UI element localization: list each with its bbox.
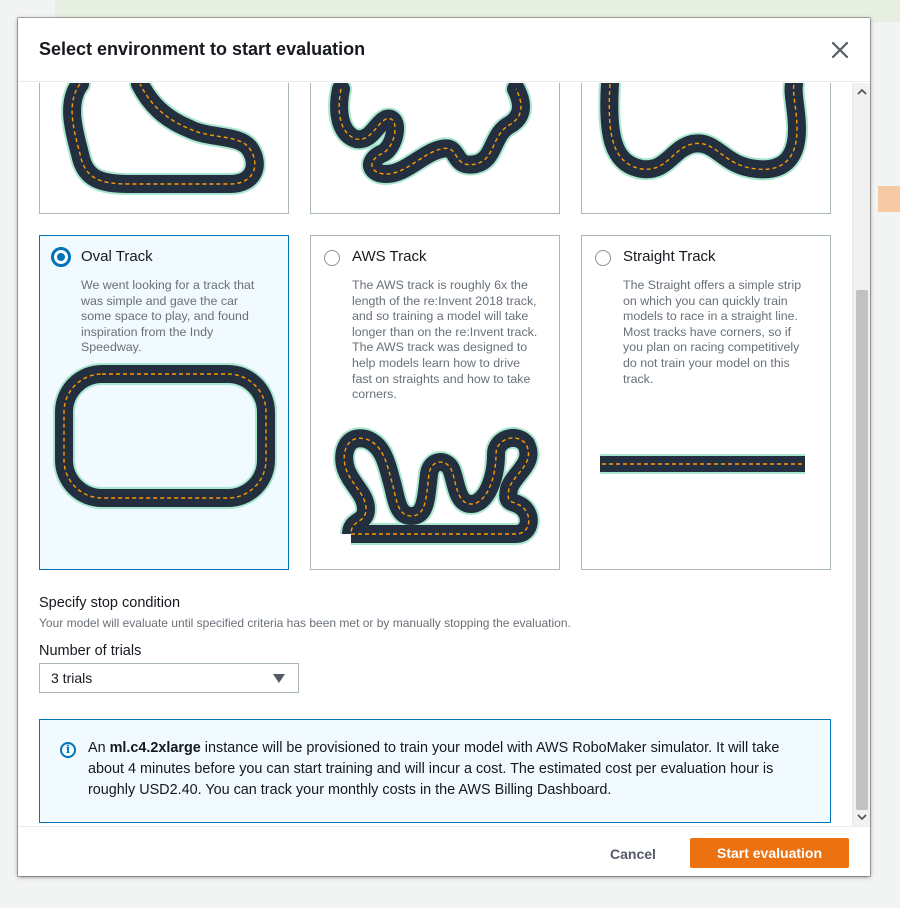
oval-track-card[interactable]: Oval Track We went looking for a track t… bbox=[39, 235, 289, 570]
straight-track-radio[interactable] bbox=[595, 250, 611, 266]
aws-track-card[interactable]: AWS Track The AWS track is roughly 6x th… bbox=[310, 235, 560, 570]
cost-info-alert: An ml.c4.2xlarge instance will be provis… bbox=[39, 719, 831, 823]
track-preview bbox=[328, 83, 532, 186]
stop-condition-help: Your model will evaluate until specified… bbox=[39, 616, 571, 630]
track-preview bbox=[61, 83, 266, 195]
cancel-button[interactable]: Cancel bbox=[593, 839, 673, 869]
trials-select-value: 3 trials bbox=[51, 670, 93, 686]
info-icon bbox=[60, 742, 76, 758]
aws-track-preview bbox=[333, 426, 540, 545]
card-description: The AWS track is roughly 6x the length o… bbox=[352, 278, 538, 402]
card-description: We went looking for a track that was sim… bbox=[81, 278, 255, 355]
track-card-partial-2[interactable] bbox=[310, 83, 560, 214]
modal-scrollbar[interactable] bbox=[852, 83, 870, 826]
backdrop-accent bbox=[878, 186, 900, 212]
oval-track-preview bbox=[53, 363, 277, 509]
track-card-partial-1[interactable] bbox=[39, 83, 289, 214]
track-card-partial-3[interactable] bbox=[581, 83, 831, 214]
straight-track-card[interactable]: Straight Track The Straight offers a sim… bbox=[581, 235, 831, 570]
trials-select[interactable]: 3 trials bbox=[39, 663, 299, 693]
track-preview bbox=[598, 83, 809, 181]
trials-label: Number of trials bbox=[39, 643, 142, 659]
scroll-down-icon[interactable] bbox=[857, 812, 867, 822]
card-title: Straight Track bbox=[623, 248, 716, 265]
info-prefix: An bbox=[88, 740, 110, 756]
start-evaluation-button[interactable]: Start evaluation bbox=[690, 838, 849, 868]
modal-body: Oval Track We went looking for a track t… bbox=[18, 83, 852, 826]
card-title: Oval Track bbox=[81, 248, 153, 265]
straight-track-preview bbox=[600, 454, 805, 474]
caret-down-icon bbox=[273, 674, 285, 683]
instance-type: ml.c4.2xlarge bbox=[109, 740, 201, 756]
stop-condition-label: Specify stop condition bbox=[39, 595, 181, 611]
scrollbar-thumb[interactable] bbox=[856, 290, 868, 810]
evaluation-modal: Select environment to start evaluation O… bbox=[18, 18, 870, 876]
close-icon[interactable] bbox=[828, 38, 852, 62]
card-description: The Straight offers a simple strip on wh… bbox=[623, 278, 802, 386]
card-title: AWS Track bbox=[352, 248, 427, 265]
cost-info-text: An ml.c4.2xlarge instance will be provis… bbox=[88, 738, 813, 801]
scroll-up-icon[interactable] bbox=[857, 87, 867, 97]
aws-track-radio[interactable] bbox=[324, 250, 340, 266]
modal-footer: Cancel Start evaluation bbox=[18, 826, 870, 876]
modal-title: Select environment to start evaluation bbox=[39, 39, 366, 59]
modal-header: Select environment to start evaluation bbox=[18, 18, 870, 82]
oval-track-radio[interactable] bbox=[51, 247, 71, 267]
